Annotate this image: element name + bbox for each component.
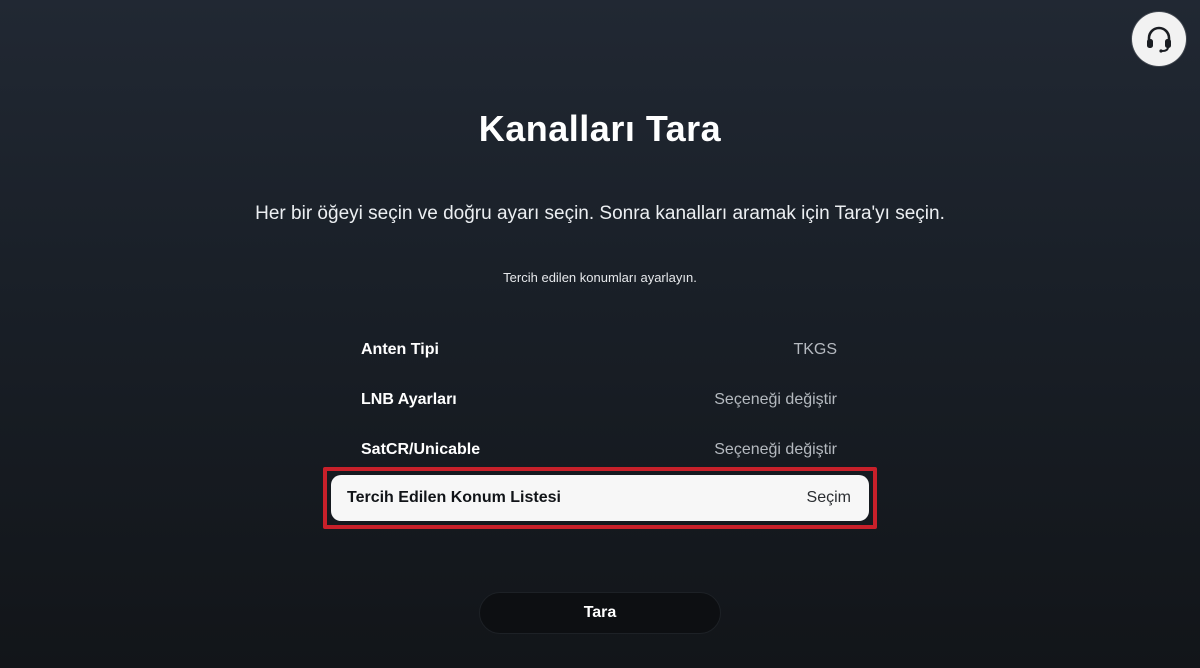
- setting-row-lnb-settings[interactable]: LNB Ayarları Seçeneği değiştir: [345, 375, 855, 425]
- help-button[interactable]: [1132, 12, 1186, 66]
- scan-button[interactable]: Tara: [479, 592, 721, 634]
- setting-value: TKGS: [793, 341, 837, 358]
- headset-icon: [1147, 26, 1171, 53]
- instruction-text: Her bir öğeyi seçin ve doğru ayarı seçin…: [255, 203, 945, 224]
- setting-label: Tercih Edilen Konum Listesi: [347, 489, 561, 506]
- setting-row-antenna-type[interactable]: Anten Tipi TKGS: [345, 325, 855, 375]
- page-title: Kanalları Tara: [478, 108, 722, 149]
- sub-instruction-text: Tercih edilen konumları ayarlayın.: [503, 270, 697, 285]
- setting-value: Seçeneği değiştir: [714, 441, 837, 458]
- setting-row-preferred-location-list[interactable]: Tercih Edilen Konum Listesi Seçim: [331, 475, 869, 521]
- setting-value: Seçim: [806, 489, 851, 506]
- settings-list: Anten Tipi TKGS LNB Ayarları Seçeneği de…: [345, 325, 855, 475]
- setting-label: Anten Tipi: [361, 341, 439, 358]
- setting-label: LNB Ayarları: [361, 391, 457, 408]
- setting-label: SatCR/Unicable: [361, 441, 481, 458]
- setting-value: Seçeneği değiştir: [714, 391, 837, 408]
